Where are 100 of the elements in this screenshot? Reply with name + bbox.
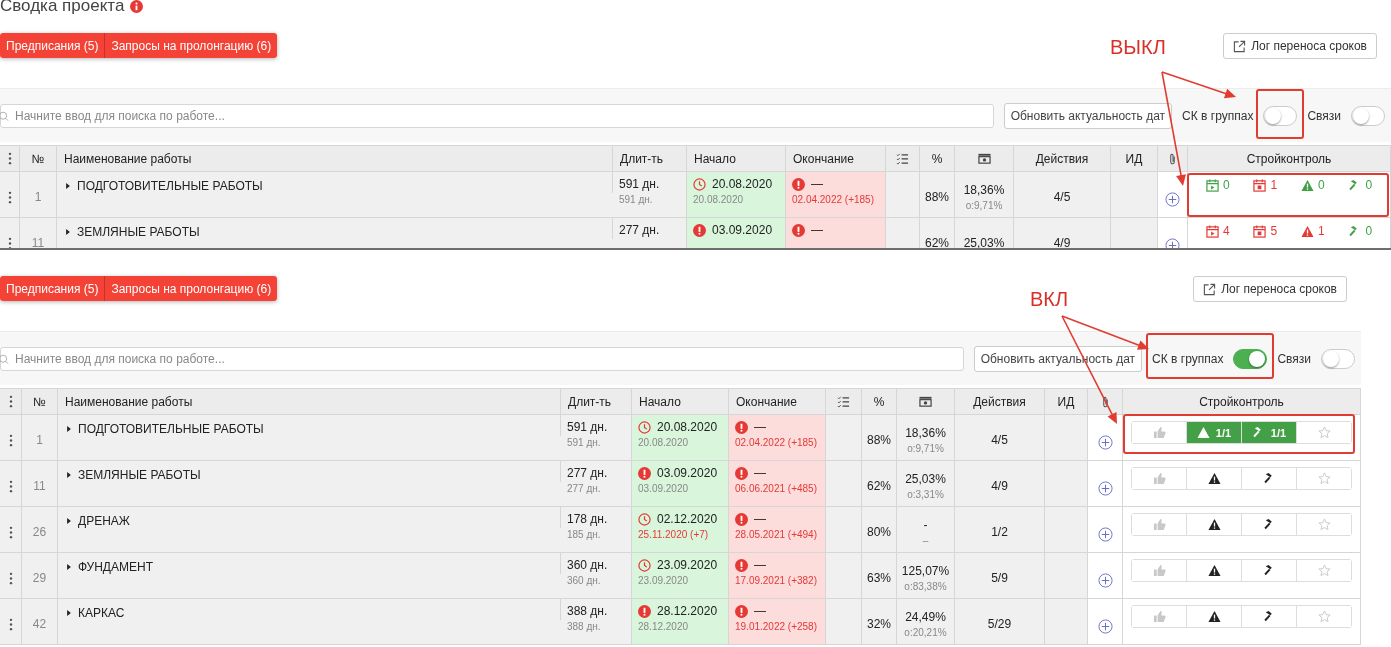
checklist-icon[interactable] [837,395,850,408]
log-button[interactable]: Лог переноса сроков [1193,276,1347,302]
percent-text: 62% [867,479,891,493]
toggle-switch[interactable] [1263,105,1298,126]
thumbs-up-icon [1152,472,1166,485]
caret-icon[interactable] [67,610,71,616]
table-row[interactable]: 1 ПОДГОТОВИТЕЛЬНЫЕ РАБОТЫ 591 дн. 591 дн. 20.08.2020 20.08.2020 — 02.04.2022 (+185) 88% 18,36% о:9,71% 4/5 1/1 1/1 [0,415,1361,461]
actions-count: 4/9 [991,479,1008,493]
actions-count: 4/5 [991,433,1008,447]
add-icon[interactable] [1097,526,1113,542]
more-icon[interactable] [7,152,12,165]
column-header[interactable]: ИД [1057,394,1075,409]
percent-text: 80% [867,525,891,539]
more-icon[interactable] [8,395,13,408]
toggle-switch[interactable] [1233,348,1268,369]
search-field[interactable]: Начните ввод для поиска по работе... [0,346,964,371]
duration-text: 360 дн. [567,558,608,572]
table-row[interactable]: 1 ПОДГОТОВИТЕЛЬНЫЕ РАБОТЫ 591 дн. 591 дн. 20.08.2020 20.08.2020 — 02.04.2022 (+185) 88% 18,36% о:9,71% 4/5 0 1 0 0 [0,172,1391,218]
banknote-icon[interactable] [977,152,991,165]
column-header[interactable]: Начало [639,394,681,409]
planned-start-date: 23.09.2020 [638,575,689,586]
column-header[interactable]: Длит-ть [568,394,612,409]
search-field[interactable]: Начните ввод для поиска по работе... [0,103,994,128]
caret-icon[interactable] [67,564,71,570]
column-header[interactable]: Окончание [736,394,797,409]
table-row[interactable]: 42 КАРКАС 388 дн. 388 дн. 28.12.2020 28.12.2020 — 19.01.2022 (+258) 32% 24,49% о:20,21% 5/29 [0,599,1361,645]
info-icon[interactable] [130,0,144,13]
filter-button[interactable]: Запросы на пролонгацию (6) [105,276,278,301]
work-name: ЗЕМЛЯНЫЕ РАБОТЫ [77,225,200,239]
duration-text: 277 дн. [619,223,660,237]
add-icon[interactable] [1165,237,1180,248]
caret-icon[interactable] [66,229,70,235]
budget-text: 24,49% [905,610,946,624]
column-header[interactable]: Стройконтроль [1199,394,1284,409]
column-header[interactable]: % [931,151,943,166]
end-date: — [811,177,823,191]
add-icon[interactable] [1097,434,1113,450]
column-header[interactable]: Наименование работы [65,394,193,409]
column-header[interactable]: Наименование работы [64,151,192,166]
more-icon[interactable] [8,617,13,631]
toggle-label: СК в группах [1182,108,1254,123]
star-icon [1317,564,1331,577]
more-icon[interactable] [8,571,13,585]
column-header[interactable]: ИД [1125,151,1143,166]
column-header[interactable]: Начало [694,151,736,166]
column-header[interactable]: № [33,394,46,409]
row-number: 11 [33,479,46,493]
more-icon[interactable] [8,525,13,539]
column-header[interactable]: % [873,394,885,409]
percent-text: 88% [867,433,891,447]
add-icon[interactable] [1097,618,1113,634]
budget-remainder: о:20,21% [904,627,947,638]
more-icon[interactable] [8,479,13,493]
checklist-icon[interactable] [896,152,909,165]
budget-remainder: – [922,535,929,546]
column-header[interactable]: Стройконтроль [1246,151,1332,166]
add-icon[interactable] [1165,191,1180,207]
end-date: — [754,420,766,434]
clock-icon [638,512,651,526]
column-header[interactable]: Окончание [793,151,854,166]
toggle-switch[interactable] [1321,348,1355,369]
duration-text: 277 дн. [567,466,608,480]
column-header[interactable]: Действия [973,394,1026,409]
warning-icon [1207,472,1221,485]
star-icon [1317,610,1331,623]
planned-start-date: 20.08.2020 [693,194,744,205]
caret-icon[interactable] [66,183,70,189]
alert-icon [792,223,805,237]
banknote-icon[interactable] [919,395,932,408]
filter-button[interactable]: Предписания (5) [0,276,106,301]
start-date: 28.12.2020 [657,604,718,618]
alert-icon [638,466,651,480]
filter-button[interactable]: Предписания (5) [0,33,106,58]
external-link-icon [1233,39,1247,53]
paperclip-icon[interactable] [1101,394,1109,409]
caret-icon[interactable] [67,426,71,432]
more-icon[interactable] [7,190,12,204]
refresh-dates-button[interactable]: Обновить актуальность дат [1003,102,1173,129]
toggle-switch[interactable] [1351,105,1385,126]
duration-text: 591 дн. [567,420,608,434]
caret-icon[interactable] [67,472,71,478]
column-header[interactable]: Длит-ть [620,151,664,166]
planned-start-date: 20.08.2020 [638,437,689,448]
add-icon[interactable] [1097,572,1113,588]
caret-icon[interactable] [67,518,71,524]
column-header[interactable]: № [31,151,45,166]
row-number: 1 [36,433,43,447]
table-row[interactable]: 11 ЗЕМЛЯНЫЕ РАБОТЫ 277 дн. 277 дн. 03.09.2020 03.09.2020 — 06.06.2021 (+485) 62% 25,03% о:3,31% 4/9 [0,461,1361,507]
column-header[interactable]: Действия [1035,151,1089,166]
add-icon[interactable] [1097,480,1113,496]
filter-button[interactable]: Запросы на пролонгацию (6) [105,33,278,58]
table-row[interactable]: 11 ЗЕМЛЯНЫЕ РАБОТЫ 277 дн. 03.09.2020 — 62% 25,03% 4/9 4 5 1 0 [0,218,1391,248]
count-value: 0 [1365,178,1373,192]
paperclip-icon[interactable] [1169,151,1176,166]
actions-count: 1/2 [991,525,1008,539]
percent-text: 32% [867,617,891,631]
more-icon[interactable] [7,236,12,248]
log-button[interactable]: Лог переноса сроков [1223,33,1377,59]
more-icon[interactable] [8,433,13,447]
table-row[interactable]: 26 ДРЕНАЖ 178 дн. 185 дн. 02.12.2020 25.11.2020 (+7) — 28.05.2021 (+494) 80% - – 1/2 [0,507,1361,553]
